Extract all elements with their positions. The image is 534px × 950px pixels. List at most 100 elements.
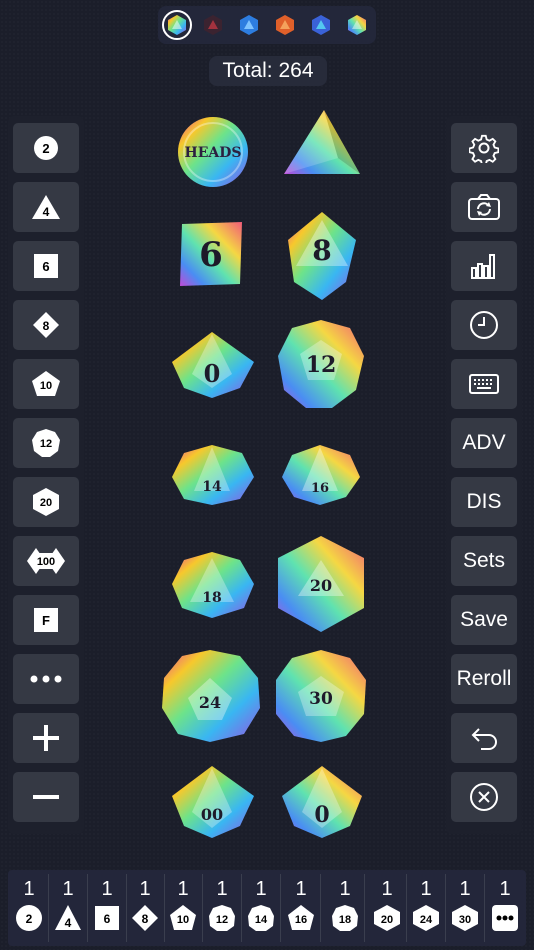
d12-icon: 12 [32,429,60,457]
d100-die[interactable]: 00 [170,764,256,840]
d8-icon: 8 [33,312,59,338]
minus-icon [33,795,59,799]
keyboard-button[interactable] [451,359,517,409]
skin-blue-crystal[interactable] [234,10,264,40]
total-label: Total: 264 [209,56,327,86]
tray-slot[interactable]: 18 [126,870,164,946]
svg-text:2: 2 [42,141,49,156]
svg-text:F: F [42,613,50,628]
tray-slot[interactable]: 1 30 [446,870,484,946]
skin-orange-red[interactable] [270,10,300,40]
add-die-button[interactable] [13,713,79,763]
fudge-button[interactable]: F [13,595,79,645]
disadvantage-button[interactable]: DIS [451,477,517,527]
d24-die[interactable]: 24 [160,648,262,744]
tray-slot[interactable]: 1 20 [368,870,406,946]
statistics-button[interactable] [451,241,517,291]
tray-slot[interactable]: 1 14 [242,870,280,946]
settings-button[interactable] [451,123,517,173]
d4-die[interactable] [280,108,362,180]
tray-slot[interactable]: 16 [88,870,126,946]
tray-label: 12 [216,914,228,926]
d4-button[interactable]: 4 [13,182,79,232]
tray-label: 10 [177,914,189,926]
tray-slot[interactable]: 1 16 [282,870,320,946]
svg-text:20: 20 [40,497,52,509]
d6-icon: 6 [95,906,119,930]
reroll-button[interactable]: Reroll [451,654,517,704]
svg-text:20: 20 [310,576,332,595]
coin-button[interactable]: 2 [13,123,79,173]
d10b-die[interactable]: 0 [280,764,364,840]
d30-die[interactable]: 30 [274,648,368,744]
tray-count: 1 [295,878,307,900]
d12-icon: 12 [209,905,235,931]
d8-button[interactable]: 8 [13,300,79,350]
d6-die[interactable]: 6 [176,218,246,290]
d6-button[interactable]: 6 [13,241,79,291]
remove-die-button[interactable] [13,772,79,822]
sets-button[interactable]: Sets [451,536,517,586]
d10-icon: 10 [32,371,60,396]
more-dice-button[interactable] [13,654,79,704]
gear-icon [469,134,499,163]
history-button[interactable] [451,300,517,350]
tray-slot[interactable]: 1 10 [164,870,202,946]
tray-label: 14 [255,914,268,926]
d14-icon: 14 [248,905,274,931]
fudge-icon: F [34,608,58,632]
save-button[interactable]: Save [451,595,517,645]
d2-icon: 2 [16,905,42,931]
d10-icon: 10 [170,905,196,930]
svg-text:4: 4 [43,205,50,219]
tray-label: 6 [104,912,111,926]
bar-chart-icon [471,254,495,279]
keyboard-icon [469,374,499,394]
camera-rotate-icon [468,194,500,220]
skin-blue-purple[interactable] [306,10,336,40]
tray-count: 1 [255,878,267,900]
svg-text:HEADS: HEADS [184,145,241,161]
d14-die[interactable]: 14 [170,443,256,507]
advantage-button[interactable]: ADV [451,418,517,468]
clear-button[interactable] [451,772,517,822]
svg-text:16: 16 [311,481,329,496]
d20-button[interactable]: 20 [13,477,79,527]
coin-die[interactable]: HEADS [176,115,250,189]
d10-die[interactable]: 0 [170,330,256,400]
svg-text:8: 8 [43,319,50,333]
tray-slot[interactable]: 12 [10,870,48,946]
undo-icon [471,728,497,750]
tray-slot[interactable]: 1 [486,870,524,946]
tray-count: 1 [139,878,151,900]
undo-button[interactable] [451,713,517,763]
d12-die[interactable]: 12 [276,318,366,410]
tray-count: 1 [420,878,432,900]
tray-divider [320,874,321,942]
tray-slot[interactable]: 1 12 [203,870,241,946]
d16-die[interactable]: 16 [280,443,362,507]
d4-icon: 4 [55,905,81,930]
tray-divider [484,874,485,942]
skin-dark-red[interactable] [198,10,228,40]
d20-die[interactable]: 20 [274,534,368,634]
d20-icon: 20 [33,488,59,516]
skin-rainbow-hex[interactable] [162,10,192,40]
dice-tray: 1 2 1 4 1 6 1 8 1 10 1 12 1 14 1 16 1 18 1 20 1 24 1 30 1 [8,870,526,946]
skin-rainbow-small[interactable] [342,10,372,40]
dice-area: HEADS 6 8 0 12 14 16 18 20 24 30 00 0 [150,100,390,850]
tray-count: 1 [499,878,511,900]
d12-button[interactable]: 12 [13,418,79,468]
tray-slot[interactable]: 1 18 [326,870,364,946]
tray-count: 1 [339,878,351,900]
tray-slot[interactable]: 1 24 [407,870,445,946]
d10-button[interactable]: 10 [13,359,79,409]
d100-button[interactable]: 100 [13,536,79,586]
tray-slot[interactable]: 14 [49,870,87,946]
d18-icon: 18 [332,905,358,931]
camera-button[interactable] [451,182,517,232]
svg-text:10: 10 [40,380,52,392]
svg-text:12: 12 [40,438,52,450]
d8-die[interactable]: 8 [284,210,360,302]
d18-die[interactable]: 18 [170,550,256,620]
